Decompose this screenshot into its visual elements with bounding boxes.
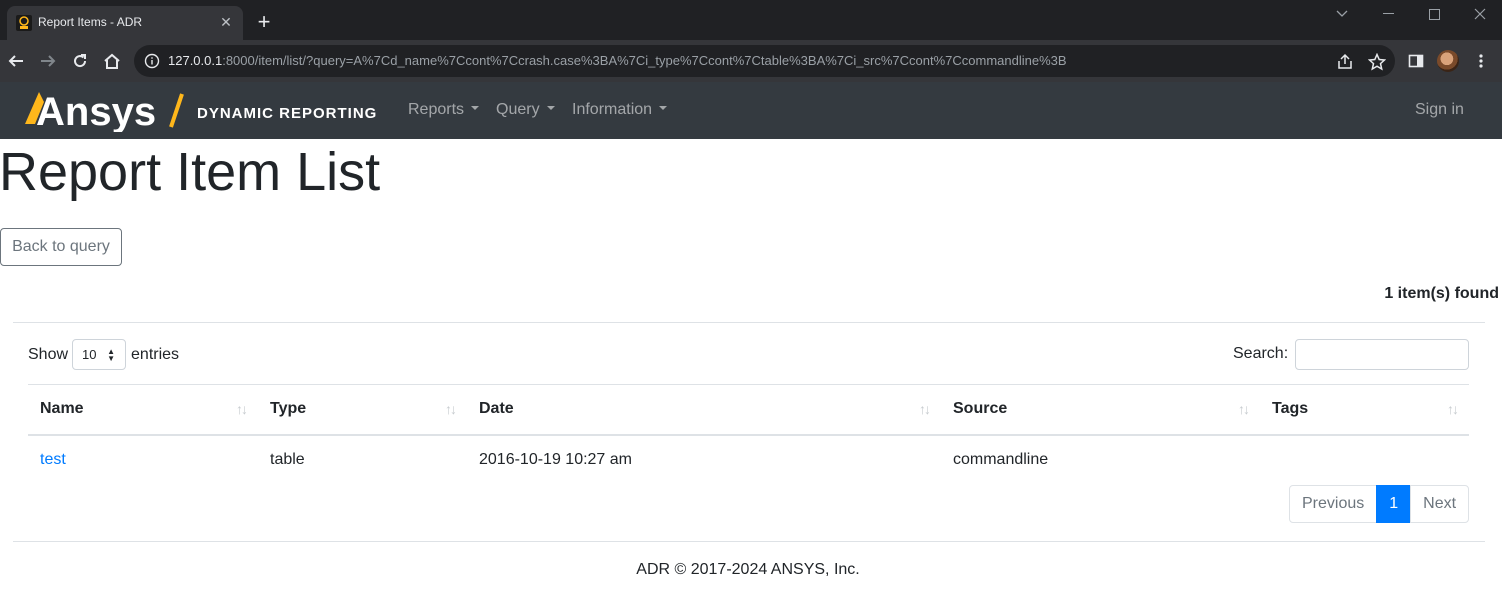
divider [13, 322, 1485, 323]
page-title: Report Item List [0, 142, 381, 202]
reload-icon[interactable] [68, 49, 92, 73]
cell-type: table [270, 450, 305, 468]
share-icon[interactable] [1336, 53, 1354, 71]
brand-subtitle: DYNAMIC REPORTING [197, 105, 378, 122]
sort-arrows-icon: ↑↓ [445, 401, 457, 417]
sign-in-link[interactable]: Sign in [1415, 101, 1464, 119]
brand-slash-icon [169, 93, 184, 128]
site-info-icon[interactable] [144, 53, 160, 69]
items-found-count: 1 item(s) found [1384, 285, 1499, 302]
svg-text:Ansys: Ansys [36, 90, 156, 132]
item-name-link[interactable]: test [40, 451, 66, 468]
nav-information-dropdown[interactable]: Information [572, 101, 668, 119]
browser-toolbar: 127.0.0.1:8000/item/list/?query=A%7Cd_na… [0, 40, 1502, 82]
new-tab-icon[interactable]: + [252, 10, 276, 34]
table-search-input[interactable] [1295, 339, 1469, 370]
url-text: 127.0.0.1:8000/item/list/?query=A%7Cd_na… [168, 53, 1067, 68]
close-window-icon[interactable] [1457, 0, 1502, 28]
chevron-down-icon [659, 105, 668, 110]
ansys-logo[interactable]: Ansys [25, 88, 160, 132]
select-arrows-icon: ▲ ▼ [107, 347, 116, 363]
minimize-icon[interactable] [1365, 0, 1411, 28]
footer-copyright: ADR © 2017-2024 ANSYS, Inc. [636, 561, 860, 578]
site-navbar: Ansys DYNAMIC REPORTING Reports Query In… [0, 82, 1502, 139]
close-tab-icon[interactable]: ✕ [217, 13, 235, 31]
adr-favicon-icon [16, 15, 32, 31]
home-icon[interactable] [100, 49, 124, 73]
browser-tab[interactable]: Report Items - ADR ✕ [7, 6, 243, 40]
search-label: Search: [1233, 345, 1289, 362]
maximize-icon[interactable] [1411, 0, 1457, 28]
forward-arrow-icon[interactable] [36, 49, 60, 73]
cell-tags [1260, 435, 1469, 484]
sort-arrows-icon: ↑↓ [236, 401, 248, 417]
table-header-row: Name ↑↓ Type ↑↓ Date ↑↓ Source ↑↓ Tags ↑↓ [28, 384, 1469, 436]
cell-source: commandline [953, 450, 1049, 468]
back-arrow-icon[interactable] [4, 49, 28, 73]
back-to-query-button[interactable]: Back to query [0, 228, 122, 266]
table-row: test table 2016-10-19 10:27 am commandli… [28, 435, 1469, 484]
side-panel-icon[interactable] [1404, 49, 1428, 73]
chevron-down-icon [546, 105, 555, 110]
sort-arrows-icon: ↑↓ [1447, 401, 1459, 417]
browser-tabstrip: Report Items - ADR ✕ + [0, 0, 1502, 40]
sort-arrows-icon: ↑↓ [919, 401, 931, 417]
column-header-name[interactable]: Name ↑↓ [28, 384, 258, 436]
column-header-type[interactable]: Type ↑↓ [258, 384, 467, 436]
show-label: Show [28, 345, 69, 363]
entries-length-control: Show 10 ▲ ▼ entries [28, 339, 179, 370]
entries-select[interactable]: 10 ▲ ▼ [72, 339, 127, 370]
browser-menu-icon[interactable] [1469, 49, 1493, 73]
sort-arrows-icon: ↑↓ [1238, 401, 1250, 417]
cell-date: 2016-10-19 10:27 am [479, 450, 632, 468]
previous-page-button[interactable]: Previous [1289, 485, 1378, 523]
page-1-button[interactable]: 1 [1376, 485, 1412, 523]
profile-avatar[interactable] [1437, 50, 1459, 72]
address-bar[interactable]: 127.0.0.1:8000/item/list/?query=A%7Cd_na… [134, 45, 1395, 77]
next-page-button[interactable]: Next [1410, 485, 1470, 523]
divider [13, 541, 1485, 542]
bookmark-star-icon[interactable] [1368, 53, 1386, 71]
tab-title: Report Items - ADR [38, 15, 143, 29]
report-items-table: Name ↑↓ Type ↑↓ Date ↑↓ Source ↑↓ Tags ↑↓ tes… [28, 384, 1469, 484]
cell-name: test [28, 435, 258, 484]
column-header-source[interactable]: Source ↑↓ [941, 384, 1260, 436]
tab-search-icon[interactable] [1319, 0, 1365, 28]
entries-label: entries [131, 345, 180, 363]
column-header-date[interactable]: Date ↑↓ [467, 384, 941, 436]
column-header-tags[interactable]: Tags ↑↓ [1260, 384, 1469, 436]
nav-reports-dropdown[interactable]: Reports [408, 101, 480, 119]
pagination: Previous 1 Next [1289, 485, 1470, 523]
chevron-down-icon [471, 105, 480, 110]
nav-query-dropdown[interactable]: Query [496, 101, 555, 119]
